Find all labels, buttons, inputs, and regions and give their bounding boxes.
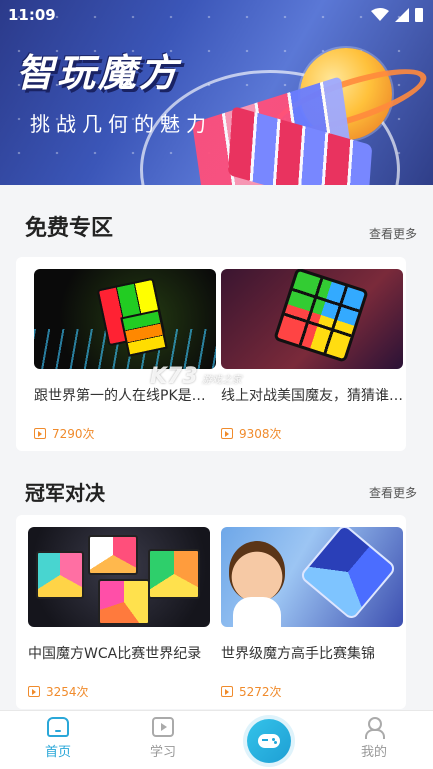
battery-icon — [415, 8, 423, 22]
video-thumbnail — [34, 269, 216, 369]
video-icon — [152, 717, 174, 737]
nav-learn-label: 学习 — [149, 745, 176, 760]
video-item[interactable]: 中国魔方WCA比赛世界纪录 3254次 — [28, 527, 210, 700]
play-count-label: 7290次 — [52, 427, 95, 441]
video-thumbnail — [221, 269, 403, 369]
section-title-champion: 冠军对决 — [25, 481, 105, 505]
nav-home[interactable]: 首页 — [28, 717, 88, 760]
play-count-icon — [28, 686, 40, 697]
video-title: 中国魔方WCA比赛世界纪录 — [28, 646, 202, 662]
more-link-champion[interactable]: 查看更多 — [369, 484, 417, 501]
play-count-label: 9308次 — [239, 427, 282, 441]
watermark-text: 游戏之家 — [201, 375, 242, 386]
bottom-nav: 首页 学习 我的 — [0, 710, 433, 769]
status-time: 11:09 — [8, 6, 56, 24]
video-item[interactable]: 线上对战美国魔友，猜猜谁赢了 9308次 — [221, 269, 406, 442]
section-title-free: 免费专区 — [25, 216, 114, 241]
home-icon — [47, 717, 69, 737]
banner-subtitle: 挑战几何的魅力 — [30, 112, 212, 136]
free-card: 跟世界第一的人在线PK是什么体验 7290次 线上对战美国魔友，猜猜谁赢了 93… — [16, 257, 406, 451]
banner-title: 智玩魔方 — [16, 51, 181, 95]
signal-icon — [395, 8, 409, 22]
hero-banner[interactable]: 智玩魔方 挑战几何的魅力 11:09 — [0, 0, 433, 185]
game-button[interactable] — [247, 719, 291, 763]
app-screen: 智玩魔方 挑战几何的魅力 11:09 免费专区 查看更多 跟世界第一的人在线PK… — [0, 0, 433, 769]
wifi-icon — [371, 8, 389, 21]
nav-mine-label: 我的 — [360, 745, 387, 760]
play-count: 5272次 — [221, 683, 403, 700]
video-item[interactable]: 世界级魔方高手比赛集锦 5272次 — [221, 527, 403, 700]
status-icons — [371, 8, 423, 22]
user-icon — [363, 717, 385, 739]
video-title: 世界级魔方高手比赛集锦 — [221, 646, 375, 662]
watermark-logo: K73 — [150, 364, 198, 389]
play-count: 3254次 — [28, 683, 210, 700]
play-count-label: 5272次 — [239, 685, 282, 699]
play-count: 7290次 — [34, 425, 216, 442]
play-count-icon — [34, 428, 46, 439]
play-count-label: 3254次 — [46, 685, 89, 699]
video-thumbnail — [28, 527, 210, 627]
play-count: 9308次 — [221, 425, 403, 442]
play-count-icon — [221, 428, 233, 439]
status-bar: 11:09 — [0, 0, 433, 32]
video-thumbnail — [221, 527, 403, 627]
more-link-free[interactable]: 查看更多 — [369, 225, 417, 242]
main-content[interactable]: 免费专区 查看更多 跟世界第一的人在线PK是什么体验 7290次 线上对战美国魔… — [0, 185, 433, 710]
gamepad-icon — [258, 734, 280, 748]
nav-mine[interactable]: 我的 — [344, 717, 404, 760]
play-count-icon — [221, 686, 233, 697]
nav-home-label: 首页 — [44, 745, 71, 760]
site-watermark: K73 游戏之家 — [150, 364, 242, 389]
champion-card: 中国魔方WCA比赛世界纪录 3254次 世界级魔方高手比赛集锦 5272次 — [16, 515, 406, 709]
nav-learn[interactable]: 学习 — [133, 717, 193, 760]
video-title: 线上对战美国魔友，猜猜谁赢了 — [221, 388, 406, 404]
video-item[interactable]: 跟世界第一的人在线PK是什么体验 7290次 — [34, 269, 219, 442]
